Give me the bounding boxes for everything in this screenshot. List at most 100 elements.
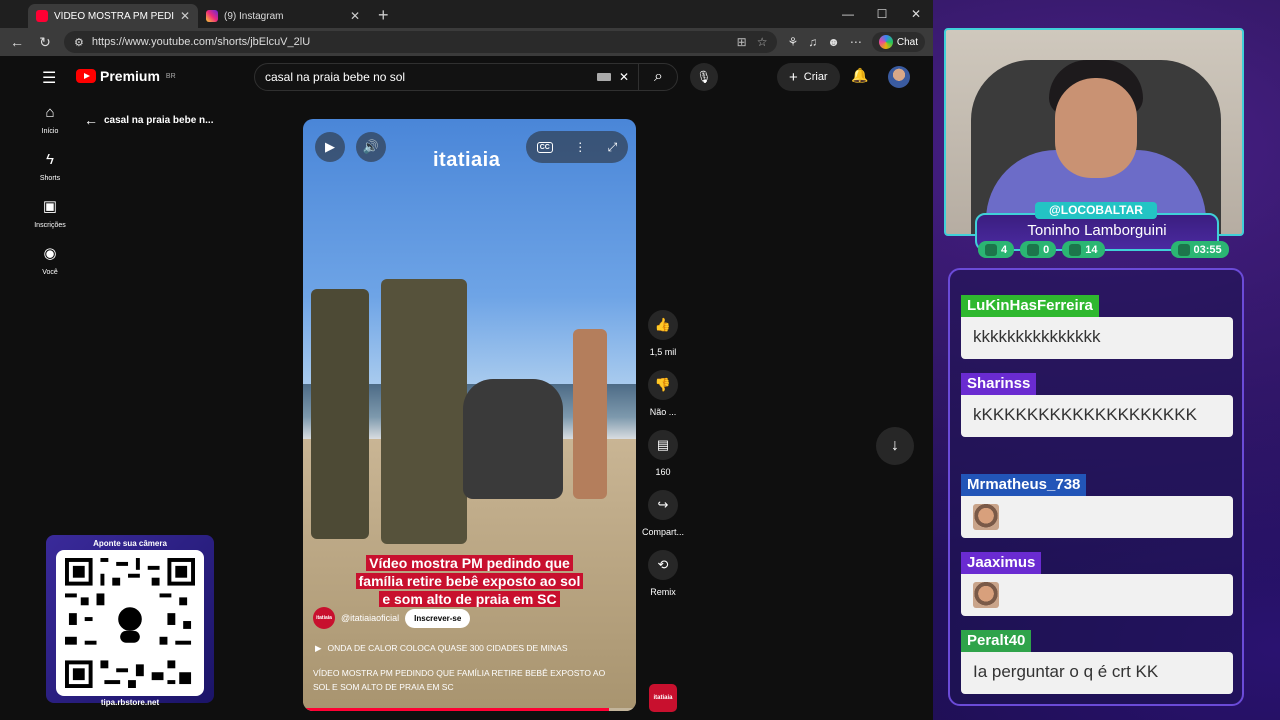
chat-username: Jaaximus [961, 552, 1042, 574]
clear-search-icon[interactable]: ✕ [619, 70, 629, 84]
more-menu-icon[interactable]: ⋯ [850, 35, 862, 49]
instagram-favicon-icon [206, 10, 218, 22]
stat-value: 4 [1001, 243, 1008, 256]
search-input[interactable]: casal na praia bebe no sol ✕ [254, 63, 678, 91]
video-stroller [463, 379, 563, 499]
maximize-button[interactable]: ☐ [865, 0, 899, 28]
qr-code-card: Aponte sua câmera tipa.rbstore.net [46, 535, 214, 707]
caption-line: e som alto de praia em SC [379, 591, 560, 607]
stream-time-stat: 03:55 [1170, 241, 1229, 258]
remix-label: Remix [650, 587, 676, 597]
fullscreen-icon[interactable]: ⤢ [608, 140, 618, 155]
captions-icon[interactable]: CC [536, 141, 553, 153]
comment-count: 160 [655, 467, 671, 477]
close-window-button[interactable]: ✕ [899, 0, 933, 28]
search-button[interactable]: ⌕ [638, 63, 678, 91]
copilot-chat-button[interactable]: Chat [871, 32, 925, 52]
close-tab-icon[interactable]: ✕ [350, 9, 360, 23]
chat-text: kKKKKKKKKKKKKKKKKKKK [961, 395, 1233, 437]
app-available-icon[interactable]: ⊞ [737, 35, 747, 49]
stat-value: 0 [1043, 243, 1050, 256]
youtube-play-icon [76, 69, 96, 83]
sidebar-item-home[interactable]: ⌂ Início [26, 102, 74, 135]
caption-line: família retire bebê exposto ao sol [355, 573, 584, 589]
chat-username: Sharinss [961, 373, 1037, 395]
reload-button[interactable]: ↻ [36, 34, 54, 51]
dislike-icon: 👎 [648, 370, 678, 400]
music-row[interactable]: ▶ ONDA DE CALOR COLOCA QUASE 300 CIDADES… [315, 643, 568, 654]
video-description[interactable]: VÍDEO MOSTRA PM PEDINDO QUE FAMÍLIA RETI… [313, 666, 623, 694]
chat-message: Sharinss kKKKKKKKKKKKKKKKKKKK [961, 373, 1233, 437]
create-button[interactable]: + Criar [777, 63, 840, 91]
player-controls: CC ⋮ ⤢ [526, 131, 628, 163]
chat-message: LuKinHasFerreira kkkkkkkkkkkkkkk [961, 295, 1233, 359]
dislike-button[interactable]: 👎 Não ... [638, 370, 688, 417]
comments-button[interactable]: ▤ 160 [638, 430, 688, 477]
play-small-icon: ▶ [315, 643, 322, 653]
chat-message: Mrmatheus_738 [961, 474, 1233, 538]
back-to-search[interactable]: ← casal na praia bebe n... [84, 112, 214, 128]
back-button[interactable]: ← [8, 34, 26, 50]
like-button[interactable]: 👍 1,5 mil [638, 310, 688, 357]
play-button[interactable]: ▶ [315, 132, 345, 162]
profile-avatar-icon[interactable]: ☻ [827, 35, 840, 49]
stat-value: 03:55 [1193, 243, 1222, 256]
subscribe-button[interactable]: Inscrever-se [405, 608, 471, 628]
share-label: Compart... [641, 527, 684, 537]
chat-emote-box [961, 496, 1233, 538]
new-tab-button[interactable]: + [372, 4, 395, 28]
voice-search-button[interactable]: 🎙 [690, 63, 718, 91]
viewers-icon [1069, 243, 1082, 256]
more-options-icon[interactable]: ⋮ [574, 140, 586, 154]
back-arrow-icon: ← [84, 112, 98, 128]
keyboard-icon[interactable] [596, 73, 611, 81]
kick-viewers-stat: 14 [1062, 241, 1105, 258]
address-actions: ⊞ ☆ [737, 35, 768, 49]
region-code: BR [165, 72, 176, 80]
sidebar-item-subscriptions[interactable]: ▣ Inscrições [26, 196, 74, 229]
sidebar-item-shorts[interactable]: ϟ Shorts [26, 149, 74, 182]
chat-text: kkkkkkkkkkkkkkk [961, 317, 1233, 359]
account-avatar[interactable] [888, 66, 910, 88]
menu-icon[interactable]: ☰ [42, 68, 56, 88]
notifications-bell-icon[interactable]: 🔔 [851, 67, 868, 84]
face-emote-icon [973, 582, 999, 608]
sidebar: ⌂ Início ϟ Shorts ▣ Inscrições ◉ Você [26, 102, 74, 290]
channel-avatar[interactable]: itatiaia [313, 607, 335, 629]
tab-youtube[interactable]: VÍDEO MOSTRA PM PEDINDO QU ✕ [28, 4, 198, 28]
extensions-icon[interactable]: ⚘ [787, 35, 798, 49]
favorite-star-icon[interactable]: ☆ [757, 35, 768, 49]
shorts-player[interactable]: itatiaia ▶ 🔊 CC ⋮ ⤢ Vídeo mostra PM pedi… [303, 119, 636, 711]
address-bar[interactable]: ⚙ https://www.youtube.com/shorts/jbElcuV… [64, 31, 778, 53]
chat-message: Peralt40 Ia perguntar o q é crt KK [961, 630, 1233, 694]
sidebar-item-label: Shorts [39, 175, 61, 182]
copilot-icon [878, 35, 893, 49]
streamer-handle: @LOCOBALTAR [1035, 202, 1157, 219]
channel-thumbnail[interactable]: itatiaia [649, 684, 677, 712]
site-info-icon[interactable]: ⚙ [74, 36, 84, 49]
twitch-icon [985, 243, 997, 256]
stream-stats: 4 0 14 03:55 [978, 241, 1229, 258]
video-progress-bar[interactable] [303, 708, 636, 711]
chat-username: Mrmatheus_738 [961, 474, 1087, 496]
remix-button[interactable]: ⟲ Remix [638, 550, 688, 597]
sidebar-item-label: Você [42, 269, 58, 276]
sidebar-item-you[interactable]: ◉ Você [26, 243, 74, 276]
remix-icon: ⟲ [648, 550, 678, 580]
youtube-viewers-stat: 0 [1020, 241, 1057, 258]
dislike-label: Não ... [649, 407, 677, 417]
share-button[interactable]: ↪ Compart... [638, 490, 688, 537]
share-icon: ↪ [648, 490, 678, 520]
clock-icon [1177, 243, 1190, 256]
volume-button[interactable]: 🔊 [356, 132, 386, 162]
minimize-button[interactable]: — [831, 0, 865, 28]
like-icon: 👍 [648, 310, 678, 340]
close-tab-icon[interactable]: ✕ [180, 9, 190, 23]
channel-name[interactable]: @itatiaiaoficial [341, 613, 399, 623]
tab-instagram[interactable]: (9) Instagram ✕ [198, 4, 368, 28]
youtube-premium-logo[interactable]: Premium BR [76, 68, 176, 84]
media-icon[interactable]: ♫ [808, 35, 817, 49]
face-emote-icon [973, 504, 999, 530]
sidebar-item-label: Inscrições [34, 222, 66, 229]
next-video-button[interactable]: ↓ [876, 427, 914, 465]
